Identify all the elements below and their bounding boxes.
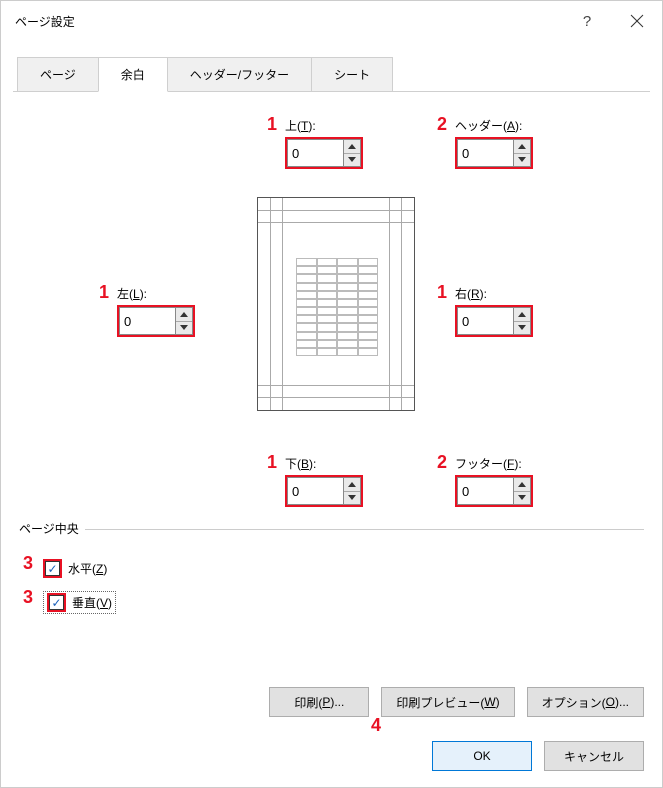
margin-header-spinner [455,137,533,169]
margin-right-label: 右(R): [455,285,487,302]
margin-footer-spinner [455,475,533,507]
dialog-button-row: OK キャンセル [432,741,644,771]
margin-bottom-label: 下(B): [285,455,316,472]
margin-right-group: 右(R): [455,285,533,337]
margin-left-spinner [117,305,195,337]
margin-header-label: ヘッダー(A): [455,117,522,134]
margin-header-input[interactable] [457,139,513,167]
annotation-1-bottom: 1 [267,452,277,473]
action-button-row: 印刷(P)... 印刷プレビュー(W) オプション(O)... [269,687,644,717]
margin-top-group: 上(T): [285,117,363,169]
margin-bottom-up[interactable] [344,478,360,492]
check-icon: ✓ [47,563,57,575]
tab-bar: ページ 余白 ヘッダー/フッター シート [1,57,662,92]
margin-footer-input[interactable] [457,477,513,505]
margin-right-down[interactable] [514,322,530,335]
annotation-2-footer: 2 [437,452,447,473]
margin-footer-down[interactable] [514,492,530,505]
center-group-legend: ページ中央 [19,520,85,537]
margin-header-group: ヘッダー(A): [455,117,533,169]
annotation-1-top: 1 [267,114,277,135]
margin-top-label: 上(T): [285,117,316,134]
margin-right-input[interactable] [457,307,513,335]
tab-header-footer[interactable]: ヘッダー/フッター [167,57,312,92]
margin-right-up[interactable] [514,308,530,322]
help-button[interactable]: ? [562,1,612,41]
tab-margins[interactable]: 余白 [98,57,168,92]
tab-sheet[interactable]: シート [311,57,393,92]
annotation-3-h: 3 [23,553,33,574]
center-horizontal-label: 水平(Z) [68,560,107,577]
center-vertical-checkbox[interactable]: ✓ [49,595,64,610]
annotation-4-ok: 4 [371,715,381,736]
margin-header-up[interactable] [514,140,530,154]
annotation-1-left: 1 [99,282,109,303]
margin-left-label: 左(L): [117,285,147,302]
margin-top-up[interactable] [344,140,360,154]
margin-footer-group: フッター(F): [455,455,533,507]
ok-button[interactable]: OK [432,741,532,771]
margin-bottom-group: 下(B): [285,455,363,507]
check-icon: ✓ [51,597,61,609]
margin-top-spinner [285,137,363,169]
margin-left-input[interactable] [119,307,175,335]
center-vertical-row: ✓ 垂直(V) [43,591,116,614]
help-icon: ? [583,13,591,30]
margin-header-down[interactable] [514,154,530,167]
cancel-button[interactable]: キャンセル [544,741,644,771]
center-horizontal-checkbox[interactable]: ✓ [45,561,60,576]
annotation-1-right: 1 [437,282,447,303]
close-button[interactable] [612,1,662,41]
margin-footer-up[interactable] [514,478,530,492]
page-preview [257,197,415,411]
page-setup-dialog: ページ設定 ? ページ 余白 ヘッダー/フッター シート 上(T): 1 [0,0,663,788]
titlebar: ページ設定 ? [1,1,662,41]
margin-left-down[interactable] [176,322,192,335]
margin-left-up[interactable] [176,308,192,322]
annotation-3-v: 3 [23,587,33,608]
margin-left-group: 左(L): [117,285,195,337]
tab-page[interactable]: ページ [17,57,99,92]
print-button[interactable]: 印刷(P)... [269,687,369,717]
margin-footer-label: フッター(F): [455,455,522,472]
dialog-title: ページ設定 [15,13,75,30]
margin-bottom-spinner [285,475,363,507]
margin-top-down[interactable] [344,154,360,167]
print-preview-button[interactable]: 印刷プレビュー(W) [381,687,514,717]
annotation-2-header: 2 [437,114,447,135]
center-horizontal-row: ✓ 水平(Z) [43,559,107,578]
margin-top-input[interactable] [287,139,343,167]
margin-bottom-down[interactable] [344,492,360,505]
options-button[interactable]: オプション(O)... [527,687,644,717]
close-icon [630,14,644,28]
preview-grid [296,258,378,356]
margin-bottom-input[interactable] [287,477,343,505]
center-vertical-label: 垂直(V) [72,594,112,611]
margin-right-spinner [455,305,533,337]
